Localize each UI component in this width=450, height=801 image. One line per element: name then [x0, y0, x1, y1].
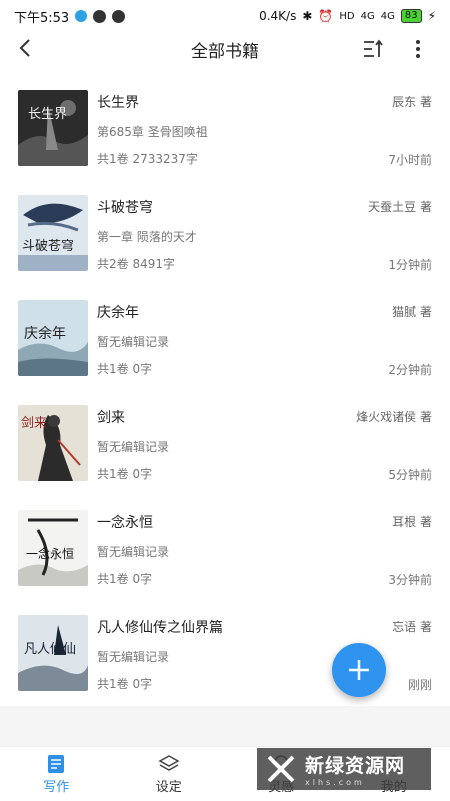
book-title: 长生界 — [97, 92, 139, 112]
book-cover: 凡人修仙 — [18, 615, 88, 691]
book-author: 忘语 著 — [392, 618, 432, 635]
book-stats: 共1卷 0字 — [97, 570, 152, 587]
battery-indicator: 83 — [401, 9, 422, 23]
book-stats: 共1卷 0字 — [97, 360, 152, 377]
book-latest-chapter: 暂无编辑记录 — [97, 333, 169, 350]
cover-text: 长生界 — [28, 107, 67, 122]
book-cover: 庆余年 — [18, 300, 88, 376]
back-arrow-icon[interactable] — [14, 36, 38, 60]
status-bar: 下午5:53 0.4K/s ✱ ⏰ HD 4G 4G 83 ⚡ — [0, 0, 450, 32]
more-vertical-icon[interactable] — [406, 37, 430, 61]
book-stats: 共1卷 0字 — [97, 675, 152, 692]
book-stats: 共1卷 2733237字 — [97, 150, 198, 167]
app-notification-icon — [75, 10, 87, 22]
book-stats: 共1卷 0字 — [97, 465, 152, 482]
book-item[interactable]: 长生界 长生界 辰东 著 第685章 圣骨图唤祖 共1卷 2733237字 7小… — [0, 84, 450, 189]
book-title: 斗破苍穹 — [97, 197, 153, 217]
book-author: 天蚕土豆 著 — [368, 198, 432, 215]
network-speed: 0.4K/s — [259, 9, 296, 23]
book-updated-time: 2分钟前 — [388, 361, 432, 378]
plus-icon — [346, 657, 372, 683]
cover-text: 剑来 — [21, 415, 47, 431]
hd-badge: HD — [339, 11, 354, 22]
book-latest-chapter: 暂无编辑记录 — [97, 543, 169, 560]
book-item[interactable]: 庆余年 庆余年 猫腻 著 暂无编辑记录 共1卷 0字 2分钟前 — [0, 294, 450, 399]
cover-text: 庆余年 — [24, 325, 66, 342]
add-book-button[interactable] — [332, 643, 386, 697]
book-cover: 一念永恒 — [18, 510, 88, 586]
book-list: 长生界 长生界 辰东 著 第685章 圣骨图唤祖 共1卷 2733237字 7小… — [0, 84, 450, 714]
tab-settings[interactable]: 设定 — [113, 747, 226, 801]
book-item[interactable]: 剑来 剑来 烽火戏诸侯 著 暂无编辑记录 共1卷 0字 5分钟前 — [0, 399, 450, 504]
book-item[interactable]: 斗破苍穹 斗破苍穹 天蚕土豆 著 第一章 陨落的天才 共2卷 8491字 1分钟… — [0, 189, 450, 294]
tab-label: 设定 — [156, 776, 182, 795]
layers-icon — [158, 754, 180, 774]
book-latest-chapter: 第一章 陨落的天才 — [97, 228, 197, 245]
watermark-overlay: 新绿资源网 xlhs.com — [257, 748, 431, 790]
alarm-icon: ⏰ — [318, 9, 333, 23]
list-footer-spacer — [0, 706, 450, 746]
book-cover: 长生界 — [18, 90, 88, 166]
notification-icon-2 — [112, 10, 125, 23]
app-bar: 全部书籍 — [0, 32, 450, 66]
book-item[interactable]: 一念永恒 一念永恒 耳根 著 暂无编辑记录 共1卷 0字 3分钟前 — [0, 504, 450, 609]
sort-icon[interactable] — [362, 37, 386, 61]
book-title: 剑来 — [97, 407, 125, 427]
watermark-title: 新绿资源网 — [305, 751, 405, 778]
book-latest-chapter: 第685章 圣骨图唤祖 — [97, 123, 208, 140]
bluetooth-icon: ✱ — [302, 9, 312, 23]
book-updated-time: 1分钟前 — [388, 256, 432, 273]
book-author: 猫腻 著 — [392, 303, 432, 320]
cover-text: 斗破苍穹 — [22, 238, 74, 254]
book-cover: 斗破苍穹 — [18, 195, 88, 271]
notification-icon — [93, 10, 106, 23]
status-time: 下午5:53 — [14, 7, 69, 26]
book-updated-time: 刚刚 — [408, 676, 432, 693]
book-updated-time: 5分钟前 — [388, 466, 432, 483]
tab-label: 写作 — [43, 776, 69, 795]
cover-text: 凡人修仙 — [24, 642, 76, 657]
book-title: 庆余年 — [97, 302, 139, 322]
book-author: 耳根 著 — [392, 513, 432, 530]
charging-icon: ⚡ — [428, 9, 436, 23]
signal-4g-2: 4G — [381, 11, 395, 22]
write-icon — [45, 754, 67, 774]
tab-write[interactable]: 写作 — [0, 747, 113, 801]
book-author: 烽火戏诸侯 著 — [356, 408, 432, 425]
cover-text: 一念永恒 — [26, 546, 74, 561]
watermark-logo-icon — [265, 753, 297, 785]
watermark-subtitle: xlhs.com — [305, 778, 405, 787]
book-stats: 共2卷 8491字 — [97, 255, 175, 272]
book-cover: 剑来 — [18, 405, 88, 481]
book-title: 凡人修仙传之仙界篇 — [97, 617, 223, 637]
book-latest-chapter: 暂无编辑记录 — [97, 438, 169, 455]
book-title: 一念永恒 — [97, 512, 153, 532]
book-author: 辰东 著 — [392, 93, 432, 110]
book-latest-chapter: 暂无编辑记录 — [97, 648, 169, 665]
signal-4g-1: 4G — [361, 11, 375, 22]
book-updated-time: 3分钟前 — [388, 571, 432, 588]
book-updated-time: 7小时前 — [388, 151, 432, 168]
page-title: 全部书籍 — [191, 37, 259, 62]
